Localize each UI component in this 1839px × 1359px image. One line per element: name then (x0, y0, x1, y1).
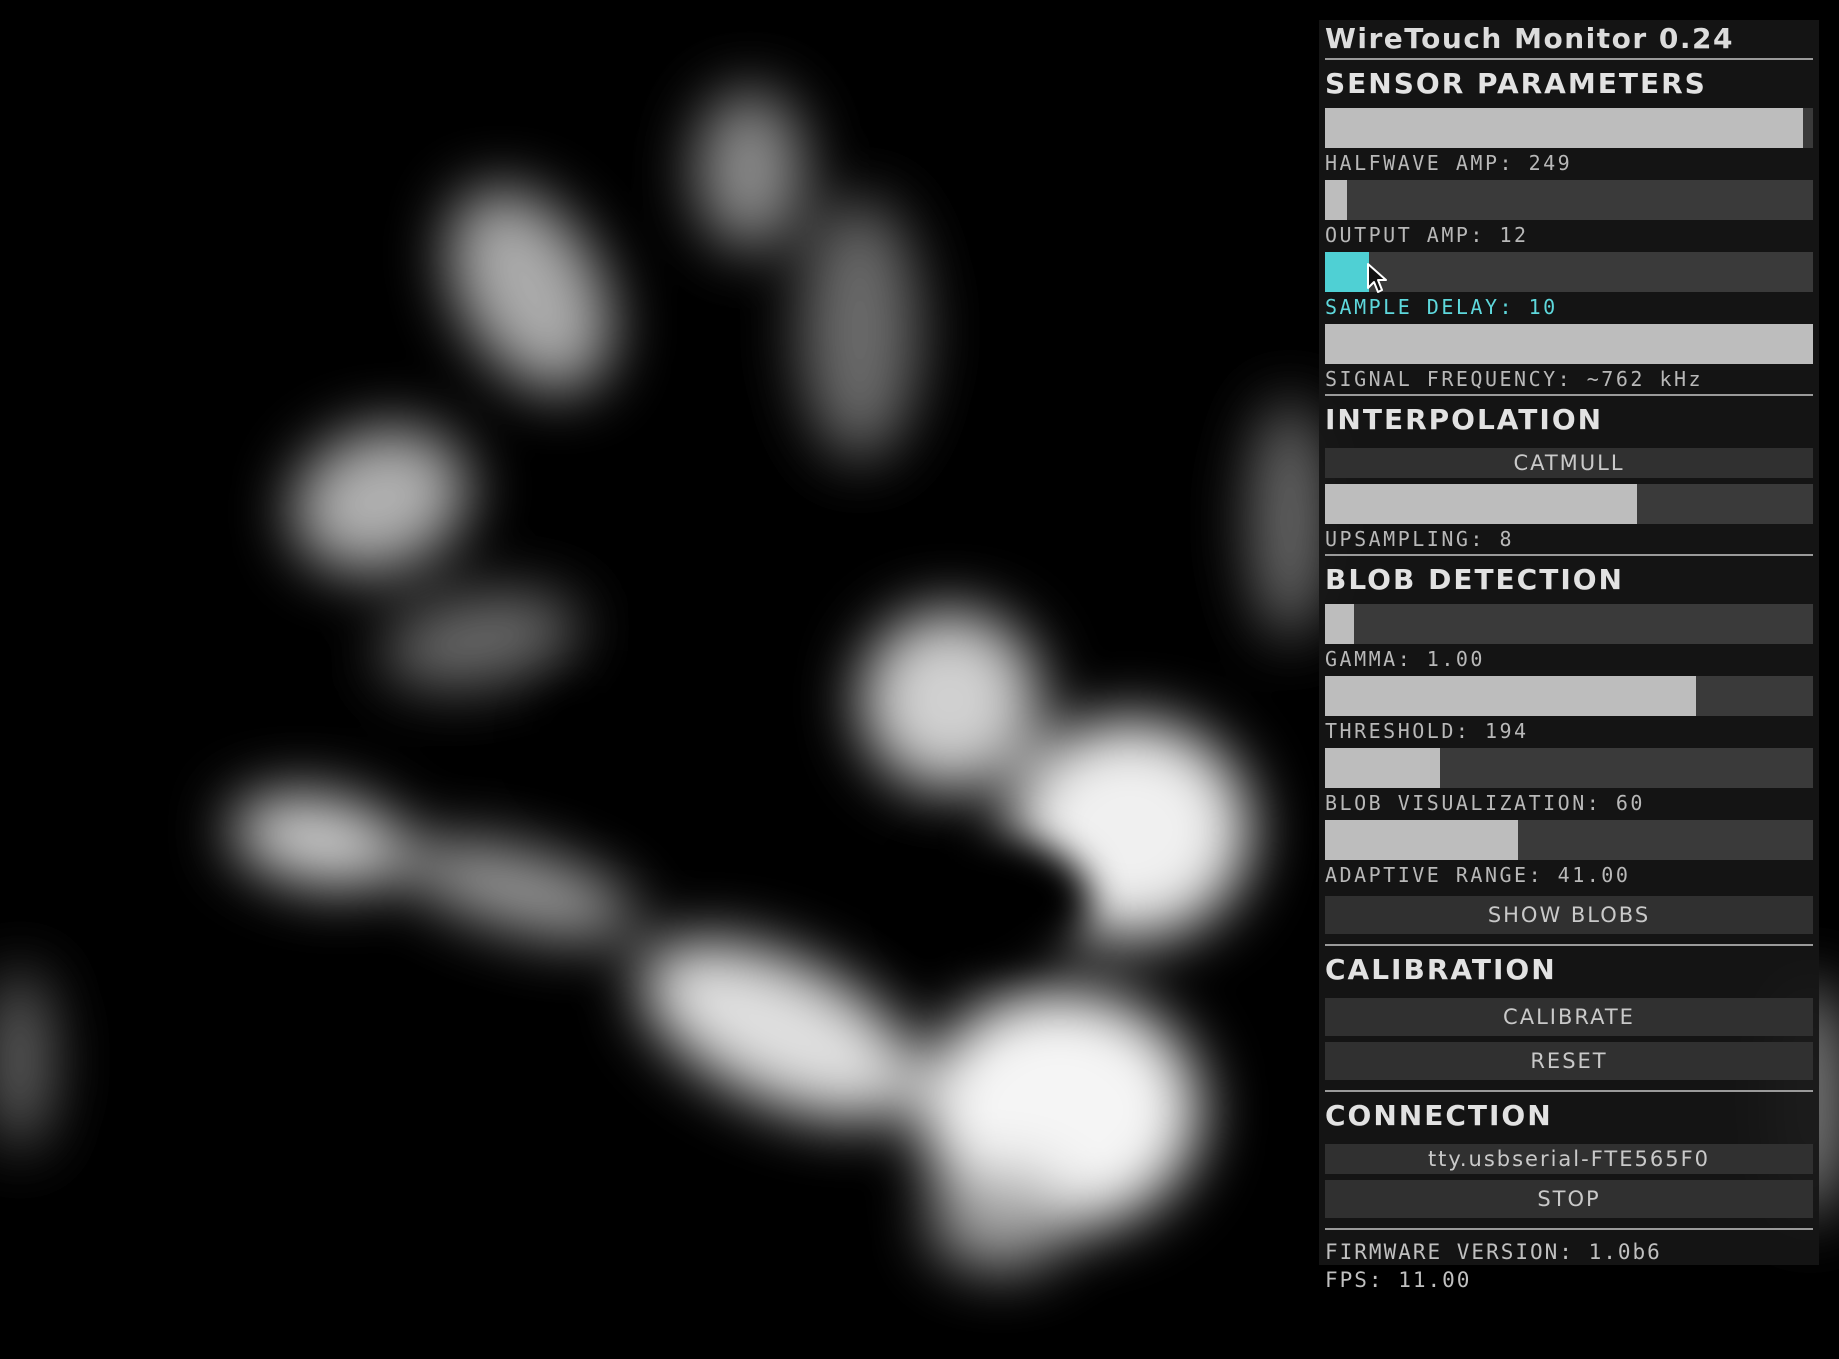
section-sensor-parameters: SENSOR PARAMETERS (1325, 67, 1707, 100)
output-amp-slider[interactable] (1325, 180, 1813, 220)
sample-delay-slider[interactable] (1325, 252, 1813, 292)
fps-readout: FPS: 11.00 (1325, 1268, 1472, 1292)
halfwave-amp-label: HALFWAVE AMP: 249 (1325, 151, 1573, 175)
mouse-cursor-icon (1367, 263, 1387, 293)
gamma-slider[interactable] (1325, 604, 1813, 644)
stop-button[interactable]: STOP (1325, 1180, 1813, 1218)
upsampling-slider[interactable] (1325, 484, 1813, 524)
blob-visualization-label: BLOB VISUALIZATION: 60 (1325, 791, 1645, 815)
slider-fill (1325, 252, 1369, 292)
slider-fill (1325, 820, 1518, 860)
section-interpolation: INTERPOLATION (1325, 403, 1604, 436)
slider-fill (1325, 676, 1696, 716)
reset-button[interactable]: RESET (1325, 1042, 1813, 1080)
slider-fill (1325, 324, 1813, 364)
blob-visualization-slider[interactable] (1325, 748, 1813, 788)
sample-delay-label: SAMPLE DELAY: 10 (1325, 295, 1558, 319)
halfwave-amp-slider[interactable] (1325, 108, 1813, 148)
calibrate-button[interactable]: CALIBRATE (1325, 998, 1813, 1036)
section-connection: CONNECTION (1325, 1099, 1553, 1132)
threshold-label: THRESHOLD: 194 (1325, 719, 1529, 743)
gamma-label: GAMMA: 1.00 (1325, 647, 1485, 671)
adaptive-range-label: ADAPTIVE RANGE: 41.00 (1325, 863, 1631, 887)
upsampling-label: UPSAMPLING: 8 (1325, 527, 1515, 551)
slider-fill (1325, 748, 1440, 788)
output-amp-label: OUTPUT AMP: 12 (1325, 223, 1529, 247)
slider-fill (1325, 484, 1638, 524)
adaptive-range-slider[interactable] (1325, 820, 1813, 860)
show-blobs-button[interactable]: SHOW BLOBS (1325, 896, 1813, 934)
serial-port-selector[interactable]: tty.usbserial-FTE565F0 (1325, 1144, 1813, 1174)
interpolation-mode-button[interactable]: CATMULL (1325, 448, 1813, 478)
slider-fill (1325, 108, 1804, 148)
section-calibration: CALIBRATION (1325, 953, 1557, 986)
section-blob-detection: BLOB DETECTION (1325, 563, 1624, 596)
firmware-version: FIRMWARE VERSION: 1.0b6 (1325, 1240, 1662, 1264)
signal-frequency-slider[interactable] (1325, 324, 1813, 364)
app-title: WireTouch Monitor 0.24 (1325, 22, 1735, 55)
control-panel: WireTouch Monitor 0.24 SENSOR PARAMETERS… (1319, 20, 1819, 1292)
slider-fill (1325, 180, 1347, 220)
slider-fill (1325, 604, 1355, 644)
threshold-slider[interactable] (1325, 676, 1813, 716)
signal-frequency-label: SIGNAL FREQUENCY: ~762 kHz (1325, 367, 1704, 391)
